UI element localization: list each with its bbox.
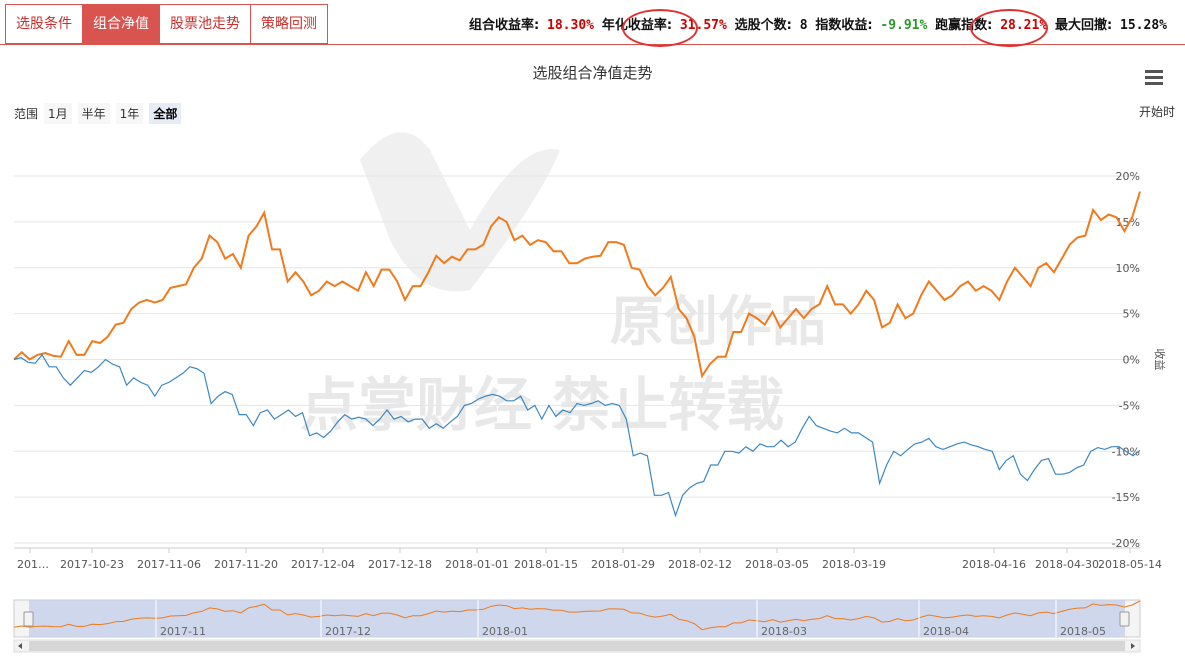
y-tick-label: -5% [1119,399,1140,412]
y-axis-label: 收益 [1153,349,1167,371]
y-tick-label: 0% [1123,354,1140,367]
x-tick-label: 2017-12-18 [368,558,432,571]
x-tick-label: 2018-01-15 [514,558,578,571]
x-tick-label: 2018-03-05 [745,558,809,571]
x-axis: 201… 2017-10-23 2017-11-06 2017-11-20 2017-1… [14,547,1162,571]
navigator-right-handle [1119,611,1130,627]
grid [14,175,1140,544]
navigator-label: 2018-03 [761,625,807,638]
x-tick-label: 201… [17,558,49,571]
x-tick-label: 2018-01-01 [445,558,509,571]
watermark: 原创作品 点掌财经 禁止转载 [300,132,826,439]
x-tick-label: 2018-04-30 [1035,558,1099,571]
y-tick-label: 10% [1116,262,1140,275]
portfolio-series-line [13,191,1141,379]
watermark-line1: 原创作品 [610,290,826,353]
navigator-label: 2018-04 [923,625,969,638]
navigator-scrollbar-thumb [29,641,1125,651]
x-tick-label: 2017-11-06 [137,558,201,571]
navigator-label: 2018-05 [1060,625,1106,638]
x-tick-label: 2018-05-14 [1098,558,1162,571]
x-tick-label: 2017-11-20 [214,558,278,571]
y-tick-label: -15% [1112,491,1140,504]
x-tick-label: 2018-01-29 [591,558,655,571]
navigator[interactable]: 2017-11 2017-12 2018-01 2018-03 2018-04 2018-… [13,599,1141,653]
y-tick-label: 5% [1123,308,1140,321]
x-tick-label: 2018-03-19 [822,558,886,571]
navigator-left-handle [23,611,34,627]
x-tick-label: 2018-04-16 [962,558,1026,571]
x-tick-label: 2017-10-23 [60,558,124,571]
x-tick-label: 2018-02-12 [668,558,732,571]
navigator-label: 2017-11 [160,625,206,638]
x-tick-label: 2017-12-04 [291,558,355,571]
series-group [13,191,1141,518]
navigator-label: 2018-01 [482,625,528,638]
y-tick-label: 20% [1116,170,1140,183]
navigator-label: 2017-12 [325,625,371,638]
line-chart[interactable]: 原创作品 点掌财经 禁止转载 20%15%10%5%0%-5%-10%-15%-… [0,0,1185,659]
